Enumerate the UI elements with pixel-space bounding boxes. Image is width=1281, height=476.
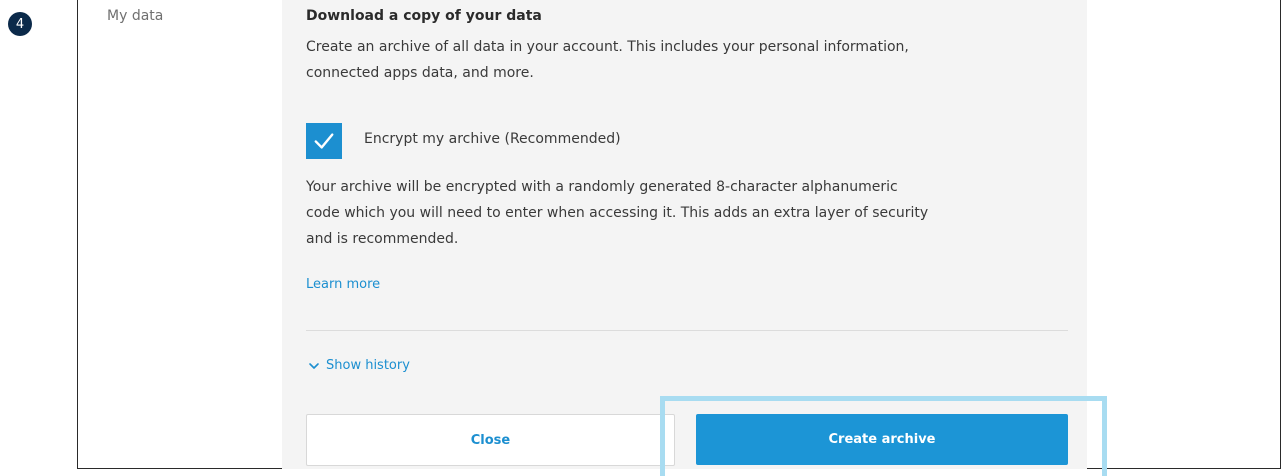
- section-description-line: Create an archive of all data in your ac…: [306, 39, 909, 55]
- section-description: Create an archive of all data in your ac…: [306, 34, 1046, 86]
- create-archive-button[interactable]: Create archive: [696, 414, 1068, 465]
- divider: [306, 330, 1068, 331]
- show-history-toggle[interactable]: Show history: [308, 358, 410, 373]
- chevron-down-icon: [309, 362, 319, 369]
- section-title: Download a copy of your data: [306, 8, 542, 24]
- encrypt-checkbox-label[interactable]: Encrypt my archive (Recommended): [364, 131, 621, 147]
- step-number-badge: 4: [8, 12, 32, 36]
- encrypt-checkbox[interactable]: [306, 123, 342, 159]
- learn-more-link[interactable]: Learn more: [306, 277, 380, 292]
- encrypt-description-line: Your archive will be encrypted with a ra…: [306, 179, 898, 195]
- encrypt-description-line: and is recommended.: [306, 231, 459, 247]
- sidebar-label-my-data: My data: [107, 8, 164, 24]
- show-history-label: Show history: [326, 358, 410, 373]
- encrypt-description: Your archive will be encrypted with a ra…: [306, 174, 1066, 252]
- encrypt-description-line: code which you will need to enter when a…: [306, 205, 929, 221]
- section-description-line: connected apps data, and more.: [306, 65, 534, 81]
- checkmark-icon: [314, 133, 334, 149]
- close-button[interactable]: Close: [306, 414, 675, 466]
